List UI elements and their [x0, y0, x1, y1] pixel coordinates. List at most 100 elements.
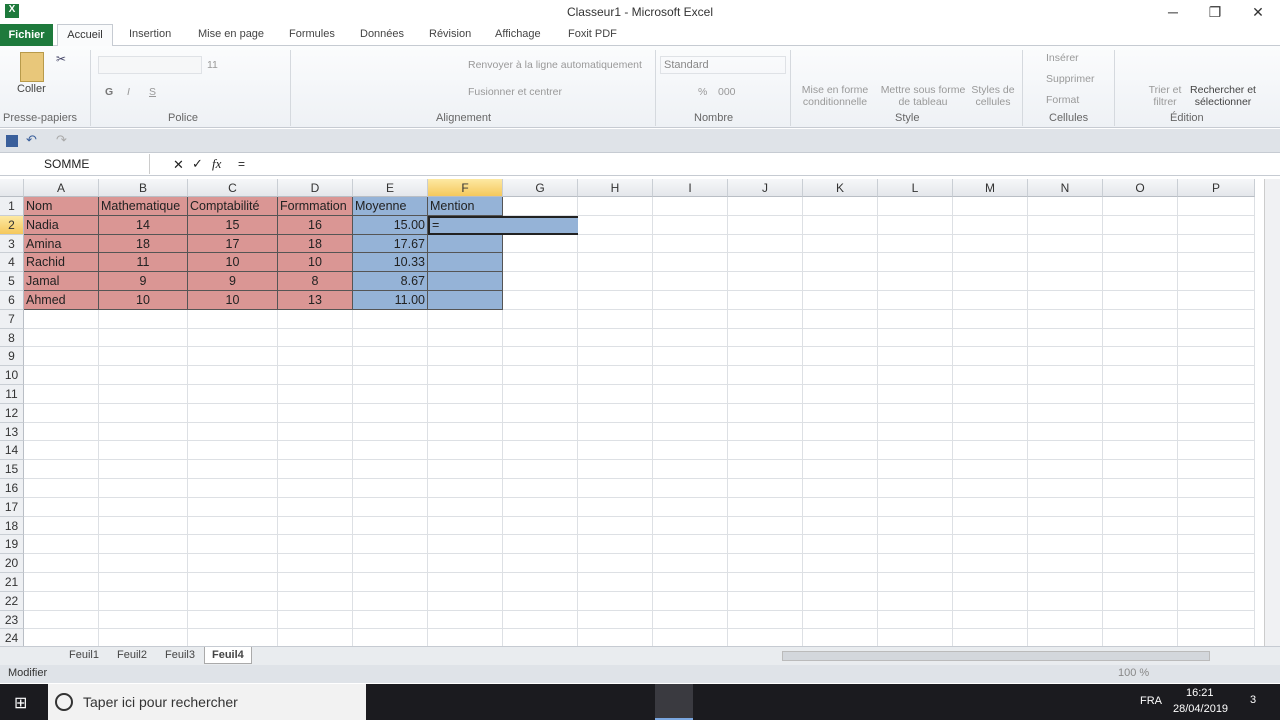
cell-A17[interactable] [24, 497, 99, 517]
cell-L7[interactable] [878, 309, 953, 329]
cell-O16[interactable] [1103, 479, 1178, 498]
cell-K14[interactable] [803, 441, 878, 461]
cell-P6[interactable] [1178, 291, 1255, 310]
cell-K21[interactable] [803, 573, 878, 592]
column-header-M[interactable]: M [953, 179, 1028, 197]
cell-M8[interactable] [953, 328, 1028, 348]
cell-D24[interactable] [278, 629, 353, 646]
cell-L10[interactable] [878, 366, 953, 385]
cell-B2[interactable]: 14 [99, 215, 188, 235]
cell-M7[interactable] [953, 309, 1028, 329]
row-header-17[interactable]: 17 [0, 497, 24, 517]
font-size-select[interactable]: 11 [207, 59, 218, 71]
cell-L11[interactable] [878, 385, 953, 404]
cell-A24[interactable] [24, 629, 99, 646]
cell-D19[interactable] [278, 535, 353, 555]
cell-K17[interactable] [803, 497, 878, 517]
cell-L20[interactable] [878, 554, 953, 573]
cell-M5[interactable] [953, 272, 1028, 291]
cell-H23[interactable] [578, 610, 653, 630]
cell-L12[interactable] [878, 403, 953, 423]
cell-I16[interactable] [653, 479, 728, 498]
cell-P15[interactable] [1178, 460, 1255, 479]
tab-donnees[interactable]: Données [360, 28, 404, 40]
cell-B6[interactable]: 10 [99, 291, 188, 310]
cell-M1[interactable] [953, 197, 1028, 216]
cell-L1[interactable] [878, 197, 953, 216]
thousands-button[interactable]: 000 [718, 86, 736, 98]
cell-L16[interactable] [878, 479, 953, 498]
cell-J5[interactable] [728, 272, 803, 291]
row-header-21[interactable]: 21 [0, 573, 24, 592]
cell-H20[interactable] [578, 554, 653, 573]
cell-L24[interactable] [878, 629, 953, 646]
column-header-K[interactable]: K [803, 179, 878, 197]
cell-K11[interactable] [803, 385, 878, 404]
cell-E3[interactable]: 17.67 [353, 234, 428, 254]
cell-A23[interactable] [24, 610, 99, 630]
cell-J24[interactable] [728, 629, 803, 646]
cell-N23[interactable] [1028, 610, 1103, 630]
cell-H1[interactable] [578, 197, 653, 216]
horizontal-scrollbar[interactable] [782, 651, 1210, 661]
cell-P18[interactable] [1178, 516, 1255, 536]
cell-P4[interactable] [1178, 253, 1255, 273]
cell-J3[interactable] [728, 234, 803, 254]
number-format-select[interactable]: Standard [660, 56, 786, 74]
cell-N21[interactable] [1028, 573, 1103, 592]
cell-A12[interactable] [24, 403, 99, 423]
cell-K3[interactable] [803, 234, 878, 254]
row-header-5[interactable]: 5 [0, 272, 24, 291]
italic-button[interactable]: I [127, 86, 130, 98]
cell-J19[interactable] [728, 535, 803, 555]
spreadsheet-grid[interactable]: A B C D E F G H I J K L M N O P 1 Nom Mathematique Comptabi… [0, 179, 1264, 646]
column-header-H[interactable]: H [578, 179, 653, 197]
cell-N11[interactable] [1028, 385, 1103, 404]
cell-K16[interactable] [803, 479, 878, 498]
language-indicator[interactable]: FRA [1140, 695, 1162, 707]
cell-D1[interactable]: Formmation [278, 197, 353, 216]
windows-start-icon[interactable]: ⊞ [14, 693, 27, 713]
cell-B18[interactable] [99, 516, 188, 536]
tab-formules[interactable]: Formules [289, 28, 335, 40]
cell-G23[interactable] [503, 610, 578, 630]
cell-B4[interactable]: 11 [99, 253, 188, 273]
cell-M19[interactable] [953, 535, 1028, 555]
cell-F3[interactable] [428, 234, 503, 254]
cell-J7[interactable] [728, 309, 803, 329]
cell-P1[interactable] [1178, 197, 1255, 216]
column-header-B[interactable]: B [99, 179, 188, 197]
cell-B22[interactable] [99, 591, 188, 611]
cell-B1[interactable]: Mathematique [99, 197, 188, 216]
cell-G9[interactable] [503, 347, 578, 367]
cell-E22[interactable] [353, 591, 428, 611]
cell-G21[interactable] [503, 573, 578, 592]
cell-I22[interactable] [653, 591, 728, 611]
minimize-button[interactable]: ─ [1158, 4, 1188, 20]
cell-I6[interactable] [653, 291, 728, 310]
cell-P23[interactable] [1178, 610, 1255, 630]
cell-N22[interactable] [1028, 591, 1103, 611]
cell-K22[interactable] [803, 591, 878, 611]
cell-E5[interactable]: 8.67 [353, 272, 428, 291]
cell-N17[interactable] [1028, 497, 1103, 517]
cell-K15[interactable] [803, 460, 878, 479]
cell-E17[interactable] [353, 497, 428, 517]
format-cells-button[interactable]: Format [1046, 94, 1079, 106]
cell-H4[interactable] [578, 253, 653, 273]
cell-A19[interactable] [24, 535, 99, 555]
cell-O10[interactable] [1103, 366, 1178, 385]
cell-H12[interactable] [578, 403, 653, 423]
cell-J11[interactable] [728, 385, 803, 404]
cell-L3[interactable] [878, 234, 953, 254]
cell-C5[interactable]: 9 [188, 272, 278, 291]
cell-F17[interactable] [428, 497, 503, 517]
cell-O7[interactable] [1103, 309, 1178, 329]
cell-P2[interactable] [1178, 215, 1255, 235]
cell-G2[interactable] [503, 215, 578, 235]
cell-P3[interactable] [1178, 234, 1255, 254]
cell-P19[interactable] [1178, 535, 1255, 555]
row-header-15[interactable]: 15 [0, 460, 24, 479]
cell-A21[interactable] [24, 573, 99, 592]
cell-B12[interactable] [99, 403, 188, 423]
